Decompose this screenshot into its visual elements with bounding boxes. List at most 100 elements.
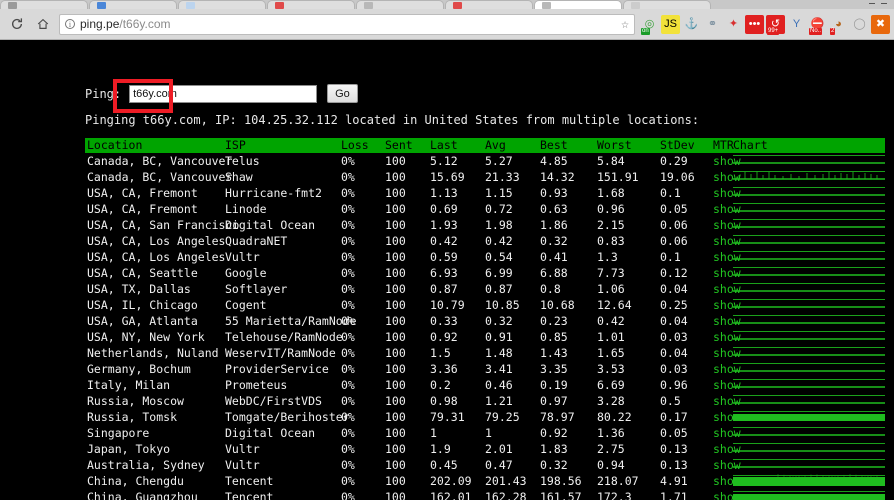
cell-best: 0.32 <box>540 458 568 472</box>
tab-favicon-icon <box>97 2 106 9</box>
yandex-icon[interactable]: Y <box>787 15 806 34</box>
browser-tab[interactable] <box>267 0 355 9</box>
browser-tab[interactable] <box>89 0 177 9</box>
extension-glyph: ✦ <box>728 17 739 30</box>
cell-location: USA, NY, New York <box>87 330 205 344</box>
dog-avatar-icon[interactable]: ◕ 2 <box>829 15 848 35</box>
cell-isp: Linode <box>225 202 267 216</box>
latency-sparkline-chart <box>733 441 885 457</box>
window-controls[interactable] <box>866 0 894 9</box>
cell-stdev: 0.04 <box>660 282 688 296</box>
cell-last: 6.93 <box>430 266 458 280</box>
table-row: USA, CA, Los Angeles QuadraNET 0% 100 0.42 0.… <box>85 233 885 249</box>
cell-avg: 162.28 <box>485 490 527 500</box>
cell-avg: 1.48 <box>485 346 513 360</box>
cell-sent: 100 <box>385 362 406 376</box>
browser-tab[interactable] <box>534 0 622 9</box>
column-header-chart[interactable]: Chart <box>733 138 768 153</box>
noscript-icon[interactable]: ⛔ No.. <box>808 15 827 35</box>
table-row: USA, CA, Los Angeles Vultr 0% 100 0.59 0.54 0.… <box>85 249 885 265</box>
adblock-icon[interactable]: ◎ on <box>640 15 659 35</box>
cell-loss: 0% <box>341 474 355 488</box>
stats-icon[interactable]: ⚓ <box>682 15 701 34</box>
table-row: China, Chengdu Tencent 0% 100 202.09 201.43 19… <box>85 473 885 489</box>
cell-isp: Google <box>225 266 267 280</box>
bookmark-star-icon[interactable]: ☆ <box>615 17 629 32</box>
cell-best: 161.57 <box>540 490 582 500</box>
menu-icon[interactable]: ••• <box>745 14 764 34</box>
column-header-avg[interactable]: Avg <box>485 138 506 153</box>
cell-best: 10.68 <box>540 298 575 312</box>
maximize-button[interactable] <box>878 0 890 9</box>
latency-sparkline-chart <box>733 489 885 500</box>
column-header-sent[interactable]: Sent <box>385 138 413 153</box>
cell-worst: 0.83 <box>597 234 625 248</box>
browser-tab[interactable] <box>356 0 444 9</box>
reload-icon[interactable] <box>4 11 30 37</box>
cell-location: Canada, BC, Vancouver <box>87 154 233 168</box>
table-row: Japan, Tokyo Vultr 0% 100 1.9 2.01 1.83 2.75 0.1… <box>85 441 885 457</box>
cell-last: 1.9 <box>430 442 451 456</box>
status-line: Pinging t66y.com, IP: 104.25.32.112 loca… <box>85 113 700 127</box>
cell-isp: Vultr <box>225 458 260 472</box>
javascript-toggle-icon[interactable]: JS <box>661 14 680 34</box>
address-bar[interactable]: i ping.pe/t66y.com ☆ <box>59 13 635 35</box>
mail-notifier-icon[interactable]: ↺ 99+ <box>766 14 785 35</box>
results-table: Location ISP Loss Sent Last Avg Best Worst StDev… <box>85 138 885 500</box>
cell-loss: 0% <box>341 394 355 408</box>
browser-tab[interactable] <box>0 0 88 9</box>
tab-favicon-icon <box>542 2 551 9</box>
pin-icon[interactable]: ✦ <box>724 15 743 34</box>
column-header-loss[interactable]: Loss <box>341 138 369 153</box>
cell-worst: 218.07 <box>597 474 639 488</box>
home-icon[interactable] <box>30 11 56 37</box>
column-header-best[interactable]: Best <box>540 138 568 153</box>
cell-location: Japan, Tokyo <box>87 442 171 456</box>
browser-tab[interactable] <box>178 0 266 9</box>
cell-stdev: 0.03 <box>660 362 688 376</box>
cell-sent: 100 <box>385 218 406 232</box>
cell-location: USA, CA, Los Angeles <box>87 250 226 264</box>
cell-worst: 5.84 <box>597 154 625 168</box>
tab-strip[interactable] <box>0 0 894 9</box>
cell-location: Singapore <box>87 426 150 440</box>
column-header-isp[interactable]: ISP <box>225 138 246 153</box>
cell-best: 0.8 <box>540 282 561 296</box>
cell-best: 78.97 <box>540 410 575 424</box>
browser-tab[interactable] <box>623 0 711 9</box>
column-header-stdev[interactable]: StDev <box>660 138 695 153</box>
column-header-location[interactable]: Location <box>87 138 142 153</box>
cell-best: 4.85 <box>540 154 568 168</box>
cell-sent: 100 <box>385 394 406 408</box>
table-row: Singapore Digital Ocean 0% 100 1 1 0.92 1.36 0.0… <box>85 425 885 441</box>
minimize-button[interactable] <box>866 0 878 9</box>
cell-best: 0.93 <box>540 186 568 200</box>
extension-badge: 99+ <box>767 27 780 35</box>
column-header-mtr[interactable]: MTR <box>713 138 734 153</box>
cell-worst: 1.36 <box>597 426 625 440</box>
cell-loss: 0% <box>341 298 355 312</box>
host-input[interactable] <box>129 84 318 103</box>
table-row: USA, TX, Dallas Softlayer 0% 100 0.87 0.87 0.8… <box>85 281 885 297</box>
column-header-last[interactable]: Last <box>430 138 458 153</box>
go-button[interactable]: Go <box>327 84 358 103</box>
cell-sent: 100 <box>385 202 406 216</box>
cell-last: 0.92 <box>430 330 458 344</box>
circle-icon[interactable]: ◯ <box>850 15 869 34</box>
cell-last: 15.69 <box>430 170 465 184</box>
red-circle-icon[interactable]: ✖ <box>871 14 890 34</box>
table-row: USA, NY, New York Telehouse/RamNode 0% 100 0… <box>85 329 885 345</box>
cell-loss: 0% <box>341 346 355 360</box>
column-header-worst[interactable]: Worst <box>597 138 632 153</box>
latency-sparkline-chart <box>733 185 885 201</box>
cell-best: 0.97 <box>540 394 568 408</box>
cell-last: 162.01 <box>430 490 472 500</box>
cell-last: 79.31 <box>430 410 465 424</box>
latency-sparkline-chart <box>733 169 885 185</box>
browser-tab[interactable] <box>445 0 533 9</box>
link-icon[interactable]: ⚭ <box>703 15 722 34</box>
tab-favicon-icon <box>8 2 17 9</box>
table-row: USA, CA, Fremont Linode 0% 100 0.69 0.72 0.63 0… <box>85 201 885 217</box>
page-info-icon[interactable]: i <box>65 19 75 29</box>
cell-stdev: 0.06 <box>660 234 688 248</box>
